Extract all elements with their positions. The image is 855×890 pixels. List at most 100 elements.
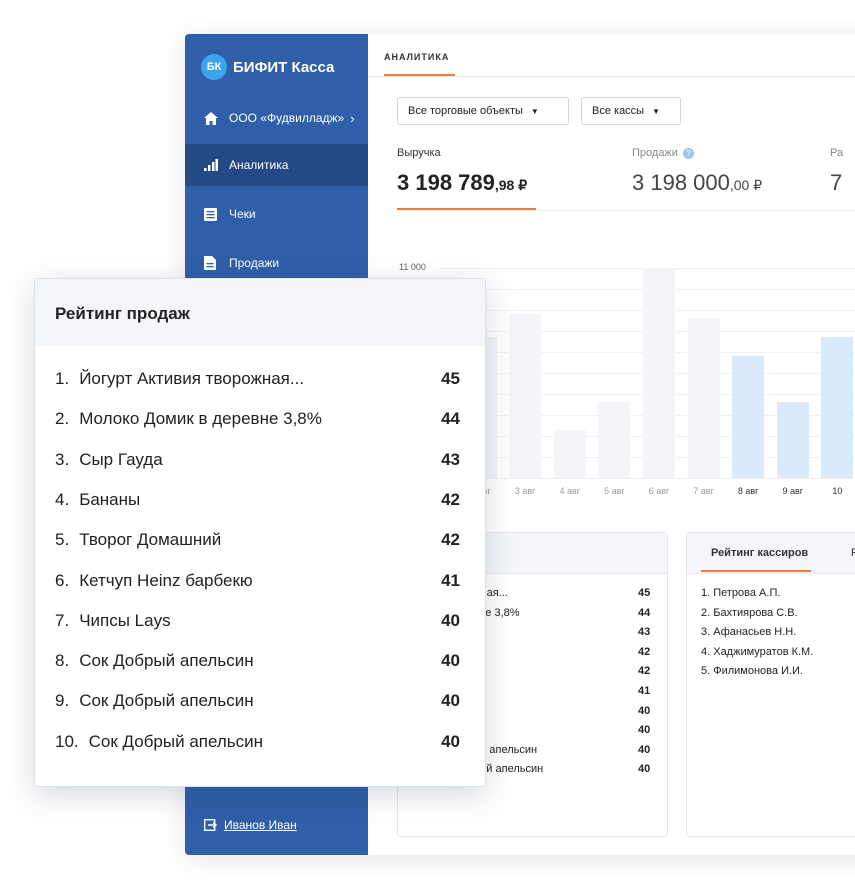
tab-bar: АНАЛИТИКА — [368, 34, 855, 77]
x-tick-label: 4 авг — [559, 486, 581, 496]
sales-count: 41 — [638, 685, 651, 697]
product-name: Сок Добрый апельсин — [79, 651, 254, 671]
sidebar-item-analytics[interactable]: Аналитика — [185, 144, 368, 186]
rank-number: 4. — [55, 489, 70, 509]
sales-count: 44 — [638, 606, 651, 619]
list-item[interactable]: 8. Сок Добрый апельсин 40 — [55, 646, 460, 676]
sales-count: 40 — [441, 691, 460, 711]
list-item: 3. Афанасьев Н.Н. — [701, 626, 797, 639]
sales-count: 40 — [441, 610, 460, 630]
sidebar-item-label: Чеки — [229, 207, 256, 221]
list-item: 5. Филимонова И.И. — [701, 665, 803, 678]
bar-chart-icon — [204, 159, 222, 171]
logout-icon — [204, 819, 217, 831]
metric-sales-value[interactable]: 3 198 000,00 ₽ — [632, 170, 762, 196]
chart-bar[interactable] — [598, 401, 631, 478]
y-tick-label: 11 000 — [399, 262, 426, 272]
register-filter-label: Все кассы — [592, 105, 645, 117]
caret-down-icon: ▼ — [530, 106, 539, 116]
help-icon[interactable]: ? — [682, 147, 694, 159]
rank-number: 1. — [55, 369, 70, 388]
tab-other-rating[interactable]: Р — [851, 547, 855, 559]
user-logout-link[interactable]: Иванов Иван — [204, 818, 297, 832]
sales-count: 40 — [441, 651, 460, 671]
sales-count: 44 — [441, 409, 460, 429]
sales-count: 42 — [638, 665, 651, 678]
brand[interactable]: БК БИФИТ Касса — [201, 54, 334, 80]
chart-bar[interactable] — [687, 317, 720, 478]
list-item: 4. Хаджимуратов К.М. — [701, 645, 814, 658]
caret-down-icon: ▼ — [652, 106, 661, 116]
rank-number: 5. — [55, 530, 70, 550]
metric-sales-frac: ,00 ₽ — [729, 177, 763, 193]
product-name: Йогурт Активия творожная... — [79, 369, 305, 388]
list-item[interactable]: 6. Кетчуп Heinz барбекю 41 — [55, 566, 460, 596]
cashier-rating-card-header: Рейтинг кассиров Р — [687, 533, 855, 574]
x-tick-label: 10 — [832, 486, 843, 496]
chart-bar[interactable] — [643, 268, 675, 478]
x-tick-label: 9 авг — [782, 486, 804, 496]
list-item[interactable]: 10. Сок Добрый апельсин 40 — [55, 727, 460, 757]
x-tick-label: 3 авг — [514, 486, 536, 496]
sales-count: 43 — [638, 626, 651, 639]
metric-revenue-label: Выручка — [397, 147, 441, 159]
rank-number: 8. — [55, 651, 70, 671]
metric-revenue-value[interactable]: 3 198 789,98 ₽ — [397, 170, 527, 196]
chart-bar[interactable] — [732, 355, 765, 478]
document-icon — [204, 256, 222, 270]
chevron-right-icon: › — [350, 110, 355, 126]
sales-count: 40 — [638, 724, 651, 737]
tab-cashier-rating[interactable]: Рейтинг кассиров — [711, 547, 808, 559]
rank-number: 7. — [55, 610, 70, 630]
sales-count: 40 — [638, 763, 651, 776]
list-item: 1. Петрова А.П. — [701, 587, 781, 599]
rank-number: 2. — [55, 409, 70, 429]
list-item[interactable]: 1. Йогурт Активия творожная... 45 — [55, 364, 460, 394]
sales-rating-popup: Рейтинг продаж 1. Йогурт Активия творожна… — [34, 278, 486, 787]
list-item[interactable]: 9. Сок Добрый апельсин 40 — [55, 686, 460, 716]
brand-logo: БК — [201, 54, 227, 80]
chart-bar[interactable] — [776, 401, 809, 478]
metric-sales-label: Продажи ? — [632, 147, 694, 159]
sales-count: 45 — [638, 587, 651, 599]
chart-bar[interactable] — [509, 313, 542, 478]
metric-revenue-frac: ,98 ₽ — [494, 177, 528, 193]
tab-active-indicator — [384, 74, 455, 76]
list-item[interactable]: 2. Молоко Домик в деревне 3,8% 44 — [55, 404, 460, 434]
cashier-rating-card: Рейтинг кассиров Р 1. Петрова А.П. 2. Бах… — [686, 532, 855, 837]
store-filter-dropdown[interactable]: Все торговые объекты ▼ — [397, 97, 569, 125]
list-item[interactable]: 7. Чипсы Lays 40 — [55, 606, 460, 636]
product-name: Чипсы Lays — [79, 610, 171, 630]
chart-bar[interactable] — [821, 336, 854, 478]
home-icon — [204, 111, 222, 125]
chart-bar[interactable] — [553, 430, 586, 478]
rank-number: 6. — [55, 570, 70, 590]
metric-revenue-main: 3 198 789 — [397, 170, 495, 195]
product-name: Сок Добрый апельсин — [88, 731, 264, 751]
list-item: 2. Бахтиярова С.В. — [701, 606, 798, 619]
sales-count: 42 — [441, 530, 460, 550]
sidebar-item-receipts[interactable]: Чеки — [185, 193, 368, 235]
sales-count: 41 — [441, 570, 460, 590]
x-tick-label: 7 авг — [693, 486, 714, 496]
list-item[interactable]: 5. Творог Домашний 42 — [55, 525, 460, 555]
sales-count: 43 — [441, 449, 460, 469]
product-name: Молоко Домик в деревне 3,8% — [79, 409, 322, 429]
register-filter-dropdown[interactable]: Все кассы ▼ — [581, 97, 681, 125]
gridline — [438, 478, 855, 479]
sales-count: 40 — [441, 731, 460, 751]
metric-third-value[interactable]: 7 — [830, 170, 842, 196]
metric-third-label: Ра — [830, 147, 844, 159]
product-name: Кетчуп Heinz барбекю — [79, 570, 253, 590]
list-item[interactable]: 4. Бананы 42 — [55, 485, 460, 515]
product-name: Творог Домашний — [79, 530, 222, 550]
list-item[interactable]: 3. Сыр Гауда 43 — [55, 445, 460, 475]
sidebar-item-organization[interactable]: ООО «Фудвилладж» › — [185, 97, 368, 139]
popup-header: Рейтинг продаж — [35, 279, 485, 346]
user-name: Иванов Иван — [224, 818, 297, 832]
metric-divider — [397, 210, 855, 211]
sidebar-item-label: Продажи — [229, 256, 280, 270]
x-tick-label: 5 авг — [604, 486, 625, 496]
tab-analytics[interactable]: АНАЛИТИКА — [384, 52, 449, 62]
brand-name: БИФИТ Касса — [233, 58, 335, 76]
